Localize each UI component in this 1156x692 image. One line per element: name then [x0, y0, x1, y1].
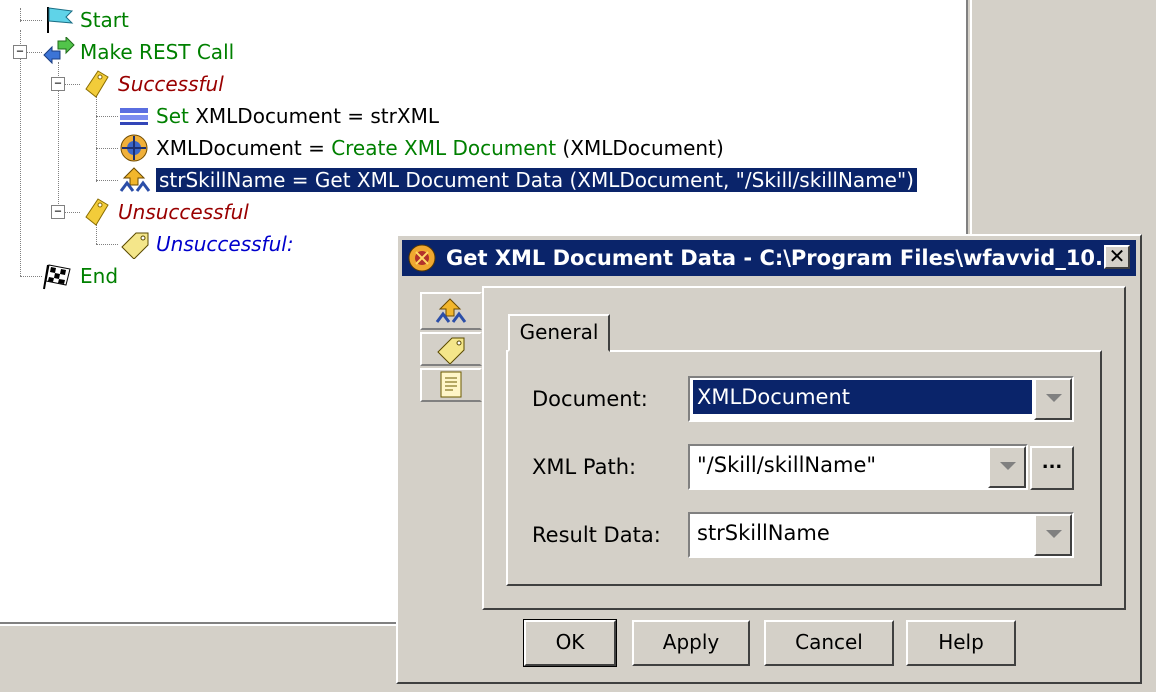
result-data-select[interactable]: strSkillName	[688, 512, 1074, 558]
xml-path-value: "/Skill/skillName"	[697, 453, 877, 477]
tree-connector	[96, 116, 118, 117]
create-xml-step-name: Create XML Document	[331, 136, 557, 160]
get-xml-document-data-dialog[interactable]: Get XML Document Data - C:\Program Files…	[396, 234, 1142, 684]
rest-call-icon	[42, 35, 76, 67]
tree-connector	[26, 52, 42, 53]
document-label: Document:	[532, 387, 648, 411]
get-xml-data-icon	[118, 165, 152, 195]
branch-tag-icon	[80, 69, 114, 99]
tree-connector	[96, 148, 118, 149]
xml-path-browse-button[interactable]: ...	[1030, 446, 1074, 490]
end-flag-icon	[42, 261, 76, 291]
chevron-down-icon	[1000, 462, 1016, 470]
tree-connector	[96, 244, 118, 245]
tree-node-end[interactable]: End	[80, 261, 118, 291]
create-xml-suffix: (XMLDocument)	[556, 136, 724, 160]
result-data-label: Result Data:	[532, 523, 661, 547]
collapse-toggle[interactable]: −	[51, 77, 65, 91]
xml-path-dropdown-button[interactable]	[988, 446, 1026, 488]
document-dropdown-button[interactable]	[1034, 378, 1072, 420]
selected-step-text: strSkillName = Get XML Document Data (XM…	[156, 168, 917, 192]
branch-tag-icon	[80, 197, 114, 227]
get-xml-data-icon	[434, 296, 468, 330]
tree-node-create-xml[interactable]: XMLDocument = Create XML Document (XMLDo…	[156, 133, 724, 163]
document-page-icon	[438, 370, 466, 404]
cancel-button[interactable]: Cancel	[764, 620, 894, 666]
create-xml-prefix: XMLDocument =	[156, 136, 332, 160]
result-data-value: strSkillName	[697, 521, 830, 545]
chevron-down-icon	[1046, 394, 1062, 402]
close-button[interactable]: ✕	[1104, 245, 1130, 269]
tree-node-rest-call[interactable]: Make REST Call	[80, 37, 234, 67]
tree-connector	[20, 20, 42, 21]
close-icon: ✕	[1108, 244, 1126, 268]
set-step-icon	[118, 101, 152, 131]
tree-node-set[interactable]: Set XMLDocument = strXML	[156, 101, 439, 131]
tree-connector	[20, 30, 21, 276]
xml-path-field[interactable]: "/Skill/skillName"	[688, 444, 1028, 490]
chevron-down-icon	[1046, 530, 1062, 538]
collapse-toggle[interactable]: −	[13, 45, 27, 59]
document-select[interactable]: XMLDocument	[688, 376, 1074, 422]
tree-node-get-xml-data[interactable]: strSkillName = Get XML Document Data (XM…	[156, 165, 917, 195]
document-value: XMLDocument	[693, 380, 1032, 414]
side-tab-label[interactable]	[420, 332, 482, 366]
tree-node-unsuccessful-label[interactable]: Unsuccessful:	[156, 229, 294, 259]
tree-connector	[64, 84, 80, 85]
tree-connector	[64, 212, 80, 213]
tree-connector	[20, 8, 21, 22]
label-tag-icon	[118, 229, 152, 260]
dialog-title-bar[interactable]: Get XML Document Data - C:\Program Files…	[402, 240, 1136, 276]
tree-connector	[96, 96, 97, 182]
apply-button[interactable]: Apply	[632, 620, 750, 666]
ok-button[interactable]: OK	[523, 619, 617, 667]
result-data-dropdown-button[interactable]	[1034, 514, 1072, 556]
set-assignment: XMLDocument = strXML	[188, 104, 439, 128]
collapse-toggle[interactable]: −	[51, 205, 65, 219]
tab-general[interactable]: General	[508, 314, 610, 352]
xml-path-label: XML Path:	[532, 455, 637, 479]
tree-node-start[interactable]: Start	[80, 5, 129, 35]
label-tag-icon	[434, 334, 468, 368]
dialog-app-icon	[406, 242, 438, 278]
side-tab-step[interactable]	[420, 292, 482, 330]
side-tab-comments[interactable]	[420, 368, 482, 402]
help-button[interactable]: Help	[906, 620, 1016, 666]
start-flag-icon	[42, 5, 76, 35]
tree-node-unsuccessful[interactable]: Unsuccessful	[118, 197, 249, 227]
xml-doc-icon	[118, 133, 152, 163]
set-keyword: Set	[156, 104, 189, 128]
tree-connector	[20, 276, 42, 277]
tree-connector	[96, 180, 118, 181]
dialog-title: Get XML Document Data - C:\Program Files…	[446, 246, 1119, 270]
tree-node-successful[interactable]: Successful	[118, 69, 224, 99]
